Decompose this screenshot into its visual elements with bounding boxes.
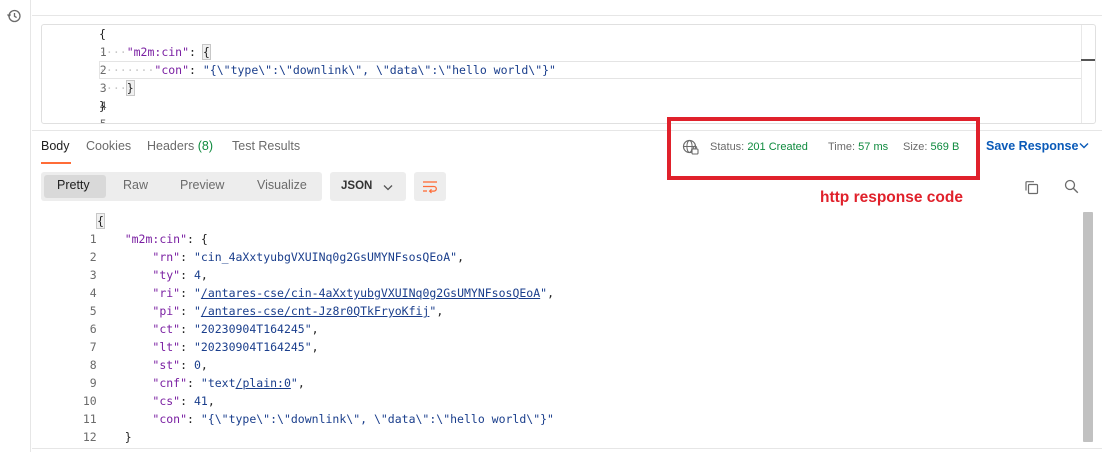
code-line: 10 "cnf": "text/plain:0", [82, 376, 305, 408]
code-line: 5 "ri": "/antares-cse/cin-4aXxtyubgVXUIN… [89, 286, 555, 318]
active-tab-underline [41, 162, 71, 164]
resource-link[interactable]: /antares-cse/cin-4aXxtyubgVXUINq0g2GsUMY… [201, 286, 540, 300]
wrap-lines-button[interactable] [414, 172, 446, 201]
copy-icon[interactable] [1024, 180, 1039, 195]
scroll-position-marker [1081, 59, 1095, 61]
language-select[interactable]: JSON [330, 172, 406, 201]
response-body-viewer[interactable]: 1 { 2 "m2m:cin": { 3 "rn": "cin_4aXxtyub… [32, 210, 1102, 446]
annotation-text: http response code [820, 189, 963, 206]
history-icon[interactable] [6, 8, 22, 24]
code-line: 2 "m2m:cin": { [89, 232, 208, 264]
preview-button[interactable]: Preview [180, 178, 224, 192]
headers-count: (8) [197, 139, 214, 153]
parent-link[interactable]: /antares-cse/cnt-Jz8r0QTkFryoKfij [201, 304, 429, 318]
code-line: 8 "lt": "20230904T164245", [89, 340, 319, 372]
save-response-button[interactable]: Save Response [986, 139, 1078, 153]
code-line: 4 "ty": 4, [89, 268, 208, 300]
code-line: 1 { [89, 213, 105, 246]
raw-button[interactable]: Raw [123, 178, 148, 192]
cnf-link[interactable]: /plain:0 [236, 376, 291, 390]
bottom-divider [32, 448, 1102, 449]
code-line: 13 } [97, 430, 132, 444]
annotation-highlight-box [667, 117, 980, 180]
code-line: 6 "pi": "/antares-cse/cnt-Jz8r0QTkFryoKf… [89, 304, 444, 336]
request-body-editor[interactable]: 1 { 2 ····"m2m:cin": { 3 ········"con": … [41, 24, 1096, 124]
pretty-button[interactable]: Pretty [57, 178, 90, 192]
search-icon[interactable] [1064, 179, 1079, 194]
code-line: 12 "con": "{\"type\":\"downlink\", \"dat… [82, 412, 554, 444]
chevron-down-icon [383, 185, 393, 191]
left-rail [0, 0, 31, 452]
code-line: 4 ····} [99, 80, 135, 113]
code-line: 9 "st": 0, [89, 358, 208, 390]
chevron-down-icon[interactable] [1079, 142, 1089, 149]
code-line: 1 { [99, 27, 107, 59]
code-line: 2 ····"m2m:cin": { [99, 44, 211, 77]
code-line: 5 } [99, 99, 107, 124]
tab-headers-label: Headers [147, 139, 195, 153]
code-line: 3 "rn": "cin_4aXxtyubgVXUINq0g2GsUMYNFso… [89, 250, 464, 282]
request-scrollbar[interactable] [1081, 25, 1095, 123]
wrap-lines-icon [423, 181, 437, 194]
tab-cookies[interactable]: Cookies [86, 139, 131, 153]
code-line: 7 "ct": "20230904T164245", [89, 322, 319, 354]
top-strip [32, 0, 1102, 16]
language-select-value: JSON [341, 180, 373, 192]
response-scrollbar-thumb[interactable] [1083, 212, 1093, 442]
tab-headers[interactable]: Headers (8) [147, 139, 213, 153]
visualize-button[interactable]: Visualize [257, 178, 307, 192]
code-line: 3 ········"con": "{\"type\":\"downlink\"… [99, 63, 556, 95]
code-line: 11 "cs": 41, [82, 394, 215, 426]
tab-test-results[interactable]: Test Results [232, 139, 300, 153]
tab-body[interactable]: Body [41, 139, 70, 153]
